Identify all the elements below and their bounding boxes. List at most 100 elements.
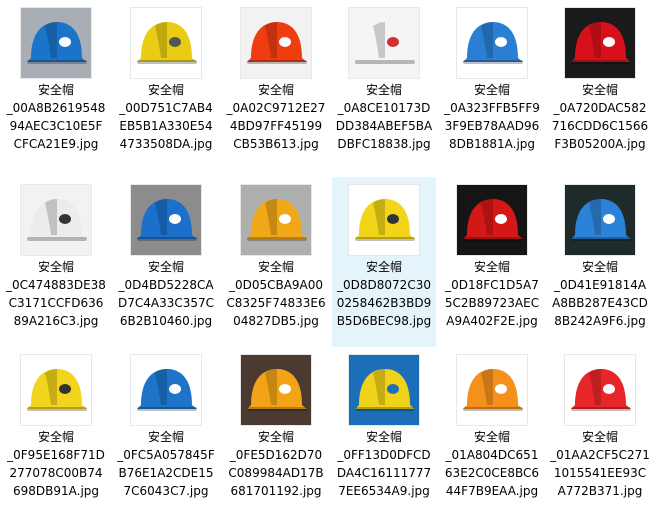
file-item[interactable]: 安全帽 _00A8B2619548 94AEC3C10E5F CFCA21E9.jpg (4, 0, 108, 170)
file-name-line: DA4C16111777 (336, 466, 432, 480)
file-name-line: 1015541EE93C (553, 466, 647, 480)
file-name[interactable]: 安全帽 _0A323FFB5FF9 3F9EB78AAD96 8DB1881A.jpg (442, 81, 542, 153)
file-thumbnail[interactable] (241, 8, 311, 78)
file-item[interactable]: 安全帽 _0FF13D0DFCD DA4C16111777 7EE6534A9.jpg (332, 347, 436, 517)
file-name-line: 安全帽 (365, 430, 402, 444)
helmet-orange-icon (241, 185, 311, 255)
file-thumbnail[interactable] (241, 355, 311, 425)
file-item[interactable]: 安全帽 _0C474883DE38 C3171CCFD636 89A216C3.jpg (4, 177, 108, 347)
helmet-white-icon (349, 8, 419, 78)
file-name[interactable]: 安全帽 _0D8D8072C30 0258462B3BD9 B5D6BEC98.jpg (334, 258, 434, 330)
file-thumbnail[interactable] (131, 185, 201, 255)
file-item[interactable]: 安全帽 _0D41E91814A A8BB287E43CD 8B242A9F6.jpg (548, 177, 652, 347)
file-name-line: 安全帽 (257, 260, 294, 274)
file-name-line: 安全帽 (37, 430, 74, 444)
file-name-line: 安全帽 (581, 83, 618, 97)
file-item[interactable]: 安全帽 _00D751C7AB4 EB5B1A330E54 4733508DA.jpg (114, 0, 218, 170)
helmet-yellow-icon (349, 355, 419, 425)
file-name[interactable]: 安全帽 _0FC5A057845F B76E1A2CDE15 7C6043C7.jpg (116, 428, 216, 500)
file-name-line: 安全帽 (473, 430, 510, 444)
file-thumbnail[interactable] (457, 8, 527, 78)
file-name-line: _0A02C9712E27 (226, 101, 326, 115)
file-thumbnail[interactable] (131, 8, 201, 78)
file-name-line: 5C2B89723AEC (444, 296, 540, 310)
file-name-line: 63E2C0CE8BC6 (444, 466, 540, 480)
file-thumbnail[interactable] (565, 355, 635, 425)
file-name-line: 安全帽 (365, 260, 402, 274)
file-thumbnail[interactable] (21, 185, 91, 255)
file-item[interactable]: 安全帽 _0FC5A057845F B76E1A2CDE15 7C6043C7.jpg (114, 347, 218, 517)
file-name-line: 安全帽 (473, 260, 510, 274)
file-thumbnail[interactable] (241, 185, 311, 255)
file-thumbnail[interactable] (349, 8, 419, 78)
file-name-line: 6B2B10460.jpg (119, 314, 213, 328)
file-name-line: DBFC18838.jpg (337, 137, 431, 151)
file-name-line: A9A402F2E.jpg (446, 314, 538, 328)
file-name-line: _0D41E91814A (553, 278, 647, 292)
file-name-line: 安全帽 (147, 83, 184, 97)
file-thumbnail[interactable] (565, 8, 635, 78)
file-thumbnail[interactable] (131, 355, 201, 425)
file-name[interactable]: 安全帽 _0D41E91814A A8BB287E43CD 8B242A9F6.jpg (550, 258, 650, 330)
file-thumbnail[interactable] (457, 355, 527, 425)
file-name-line: _0FC5A057845F (117, 448, 215, 462)
file-item[interactable]: 安全帽 _01A804DC651 63E2C0CE8BC6 44F7B9EAA.jpg (440, 347, 544, 517)
file-name-line: 0258462B3BD9 (336, 296, 432, 310)
file-item[interactable]: 安全帽 _0A720DAC582 716CDD6C1566 F3B05200A.jpg (548, 0, 652, 170)
helmet-red-icon (565, 355, 635, 425)
helmet-blue-icon (565, 185, 635, 255)
file-thumbnail[interactable] (21, 355, 91, 425)
file-name[interactable]: 安全帽 _0F95E168F71D 277078C00B74 698DB91A.jpg (6, 428, 106, 500)
file-thumbnail[interactable] (565, 185, 635, 255)
file-thumbnail[interactable] (21, 8, 91, 78)
file-thumbnail[interactable] (457, 185, 527, 255)
file-name[interactable]: 安全帽 _0A8CE10173D DD384ABEF5BA DBFC18838.jpg (334, 81, 434, 153)
file-item[interactable]: 安全帽 _0D8D8072C30 0258462B3BD9 B5D6BEC98.jpg (332, 177, 436, 347)
file-thumbnail[interactable] (349, 185, 419, 255)
file-item[interactable]: 安全帽 _0A02C9712E27 4BD97FF45199 CB53B613.jpg (224, 0, 328, 170)
file-item[interactable]: 安全帽 _0D05CBA9A00 C8325F74833E6 04827DB5.jpg (224, 177, 328, 347)
file-name-line: 277078C00B74 (9, 466, 103, 480)
file-name[interactable]: 安全帽 _0A02C9712E27 4BD97FF45199 CB53B613.jpg (226, 81, 326, 153)
file-name-line: 安全帽 (37, 260, 74, 274)
file-name-line: _0A720DAC582 (553, 101, 647, 115)
helmet-blue-icon (457, 8, 527, 78)
file-name-line: C8325F74833E6 (226, 296, 326, 310)
file-name[interactable]: 安全帽 _00A8B2619548 94AEC3C10E5F CFCA21E9.jpg (6, 81, 106, 153)
helmet-yellow-icon (131, 8, 201, 78)
file-item[interactable]: 安全帽 _0FE5D162D70 C089984AD17B 681701192.jpg (224, 347, 328, 517)
file-item[interactable]: 安全帽 _01AA2CF5C271 1015541EE93C A772B371.jpg (548, 347, 652, 517)
file-name[interactable]: 安全帽 _0D4BD5228CA D7C4A33C357C 6B2B10460.jpg (116, 258, 216, 330)
file-name-line: CB53B613.jpg (233, 137, 319, 151)
file-item[interactable]: 安全帽 _0D4BD5228CA D7C4A33C357C 6B2B10460.jpg (114, 177, 218, 347)
file-name[interactable]: 安全帽 _0D05CBA9A00 C8325F74833E6 04827DB5.jpg (226, 258, 326, 330)
file-name[interactable]: 安全帽 _01AA2CF5C271 1015541EE93C A772B371.jpg (550, 428, 650, 500)
file-name-line: 44F7B9EAA.jpg (445, 484, 539, 498)
file-item[interactable]: 安全帽 _0F95E168F71D 277078C00B74 698DB91A.jpg (4, 347, 108, 517)
file-name[interactable]: 安全帽 _0FF13D0DFCD DA4C16111777 7EE6534A9.jpg (334, 428, 434, 500)
helmet-blue-icon (131, 355, 201, 425)
file-name-line: 安全帽 (147, 260, 184, 274)
helmet-yellow-icon (21, 355, 91, 425)
file-thumbnail[interactable] (349, 355, 419, 425)
file-name-line: _0D05CBA9A00 (228, 278, 324, 292)
file-name[interactable]: 安全帽 _0C474883DE38 C3171CCFD636 89A216C3.jpg (6, 258, 106, 330)
file-name[interactable]: 安全帽 _00D751C7AB4 EB5B1A330E54 4733508DA.jpg (116, 81, 216, 153)
file-name-line: C3171CCFD636 (8, 296, 104, 310)
file-item[interactable]: 安全帽 _0A8CE10173D DD384ABEF5BA DBFC18838.jpg (332, 0, 436, 170)
file-name[interactable]: 安全帽 _01A804DC651 63E2C0CE8BC6 44F7B9EAA.jpg (442, 428, 542, 500)
file-name-line: B5D6BEC98.jpg (336, 314, 432, 328)
file-name-line: 3F9EB78AAD96 (444, 119, 540, 133)
file-name-line: 7C6043C7.jpg (123, 484, 209, 498)
file-name[interactable]: 安全帽 _0A720DAC582 716CDD6C1566 F3B05200A.jpg (550, 81, 650, 153)
file-name-line: 716CDD6C1566 (551, 119, 649, 133)
file-name-line: _0A323FFB5FF9 (444, 101, 540, 115)
file-item[interactable]: 安全帽 _0A323FFB5FF9 3F9EB78AAD96 8DB1881A.jpg (440, 0, 544, 170)
file-name[interactable]: 安全帽 _0D18FC1D5A7 5C2B89723AEC A9A402F2E.jpg (442, 258, 542, 330)
file-item[interactable]: 安全帽 _0D18FC1D5A7 5C2B89723AEC A9A402F2E.jpg (440, 177, 544, 347)
helmet-yellow-icon (349, 185, 419, 255)
file-name[interactable]: 安全帽 _0FE5D162D70 C089984AD17B 681701192.jpg (226, 428, 326, 500)
helmet-orange-icon (241, 355, 311, 425)
file-name-line: A8BB287E43CD (552, 296, 648, 310)
file-name-line: _0FF13D0DFCD (337, 448, 431, 462)
